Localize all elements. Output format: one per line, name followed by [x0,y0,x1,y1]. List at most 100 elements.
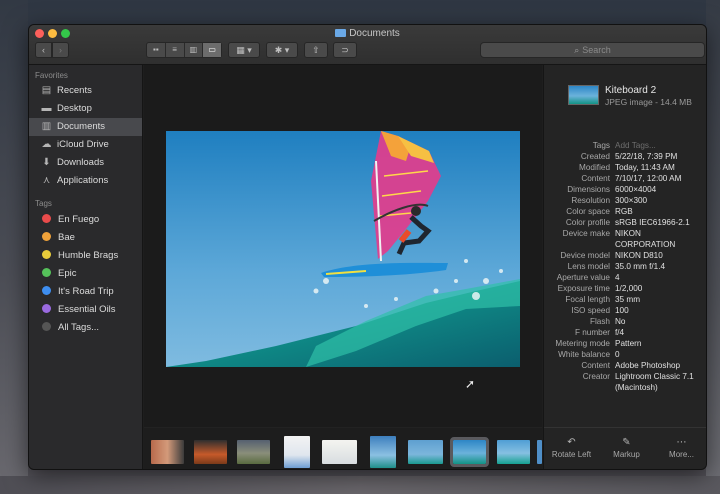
metadata-row: White balance 0 [544,349,706,360]
sidebar-item-label: Essential Oils [58,304,116,315]
metadata-key: Color space [566,207,610,216]
metadata-row: Exposure time 1/2,000 [544,283,706,294]
sidebar-tag-essential-oils[interactable]: Essential Oils [29,301,142,319]
metadata-value: f/4 [615,328,625,337]
sidebar-item-label: Desktop [57,103,92,114]
cloud-icon: ☁ [41,139,52,150]
thumbnail-selected[interactable] [450,437,489,467]
metadata-value: 4 [615,273,620,282]
thumbnail[interactable] [284,436,310,468]
metadata-key: Created [580,152,610,161]
metadata-row: Tags Add Tags... [544,140,706,151]
tag-color-dot [42,304,51,313]
gallery-content: ➚ [144,65,542,469]
metadata-key: Tags [592,141,610,150]
metadata-row: Metering mode Pattern [544,338,706,349]
image-preview[interactable] [166,131,520,367]
favorites-header: Favorites [35,71,68,80]
metadata-key: Content [581,361,610,370]
back-button[interactable]: ‹ [35,42,52,58]
metadata-key: Resolution [571,196,610,205]
markup-label: Markup [613,450,640,459]
tag-color-dot [42,232,51,241]
thumbnail[interactable] [537,440,542,464]
metadata-value: Adobe Photoshop [615,361,681,370]
metadata-value: 1/2,000 [615,284,643,293]
search-placeholder: Search [582,45,611,55]
metadata-row: Color profile sRGB IEC61966-2.1 [544,217,706,228]
metadata-key: Color profile [565,218,610,227]
download-icon: ⬇ [42,157,51,168]
metadata-row: Aperture value 4 [544,272,706,283]
thumbnail[interactable] [497,440,530,464]
metadata-key: Content [581,174,610,183]
metadata-key: Metering mode [555,339,610,348]
thumbnail[interactable] [151,440,184,464]
more-button[interactable]: ⋯ More... [654,428,706,469]
sidebar-item-downloads[interactable]: ⬇ Downloads [29,154,142,172]
add-tags-field[interactable]: Add Tags... [615,140,706,151]
window-title-label: Documents [349,28,400,39]
desktop-background-left [0,0,28,494]
gallery-view-button[interactable]: ▭ [203,43,221,57]
list-view-button[interactable]: ≡ [166,43,185,57]
sidebar-item-icloud-drive[interactable]: ☁ iCloud Drive [29,136,142,154]
search-field[interactable]: ⌕ Search [480,42,705,58]
metadata-row: Focal length 35 mm [544,294,706,305]
thumbnail[interactable] [194,440,227,464]
sidebar-item-documents[interactable]: ▥ Documents [29,118,142,136]
group-by-button[interactable]: ▦ ▾ [228,42,260,58]
metadata-row: Lens model 35.0 mm f/1.4 [544,261,706,272]
file-kind: JPEG image - 14.4 MB [605,97,692,107]
metadata-row: F number f/4 [544,327,706,338]
sidebar-item-label: Epic [58,268,77,279]
more-label: More... [669,450,694,459]
more-icon: ⋯ [676,437,687,448]
metadata-key: Focal length [565,295,610,304]
metadata-key: Lens model [567,262,610,271]
thumbnail[interactable] [370,436,396,468]
column-view-button[interactable]: ▥ [185,43,204,57]
tag-color-dot [42,286,51,295]
metadata-key: Aperture value [556,273,610,282]
sidebar-tag-road-trip[interactable]: It's Road Trip [29,283,142,301]
thumbnail[interactable] [322,440,357,464]
markup-button[interactable]: ✎ Markup [599,428,654,469]
metadata-key: F number [574,328,610,337]
metadata-row: ISO speed 100 [544,305,706,316]
sidebar-item-label: All Tags... [58,322,100,333]
sidebar-item-label: En Fuego [58,214,100,225]
metadata-key: Device make [562,229,610,238]
sidebar-item-label: Bae [58,232,75,243]
metadata-value: Today, 11:43 AM [615,163,675,172]
metadata-value: 35 mm [615,295,641,304]
sidebar-item-desktop[interactable]: ▬ Desktop [29,100,142,118]
sidebar-tag-en-fuego[interactable]: En Fuego [29,211,142,229]
sidebar-tag-epic[interactable]: Epic [29,265,142,283]
metadata-row: Flash No [544,316,706,327]
icon-view-button[interactable]: ▪▪ [147,43,166,57]
sidebar-item-recents[interactable]: ▤ Recents [29,82,142,100]
markup-icon: ✎ [622,437,631,448]
thumbnail[interactable] [408,440,443,464]
action-gear-button[interactable]: ✱ ▾ [266,42,298,58]
sidebar-item-applications[interactable]: ⋏ Applications [29,172,142,190]
thumbnail[interactable] [237,440,270,464]
sidebar-item-label: iCloud Drive [57,139,109,150]
sidebar-item-label: It's Road Trip [58,286,114,297]
metadata-row: Content 7/10/17, 12:00 AM [544,173,706,184]
share-button[interactable]: ⇧ [304,42,328,58]
forward-button[interactable]: › [52,42,69,58]
sidebar-item-label: Documents [57,121,106,132]
sidebar-tag-bae[interactable]: Bae [29,229,142,247]
sidebar: Favorites ▤ Recents ▬ Desktop ▥ Documents ☁… [29,65,143,469]
metadata-value: 100 [615,306,629,315]
rotate-left-button[interactable]: ↶ Rotate Left [544,428,599,469]
tag-color-dot [42,250,51,259]
sidebar-all-tags[interactable]: All Tags... [29,319,142,337]
sidebar-tag-humble-brags[interactable]: Humble Brags [29,247,142,265]
metadata-row: Dimensions 6000×4004 [544,184,706,195]
tag-button[interactable]: ⊃ [333,42,357,58]
tags-header: Tags [35,199,52,208]
sidebar-item-label: Applications [57,175,109,186]
